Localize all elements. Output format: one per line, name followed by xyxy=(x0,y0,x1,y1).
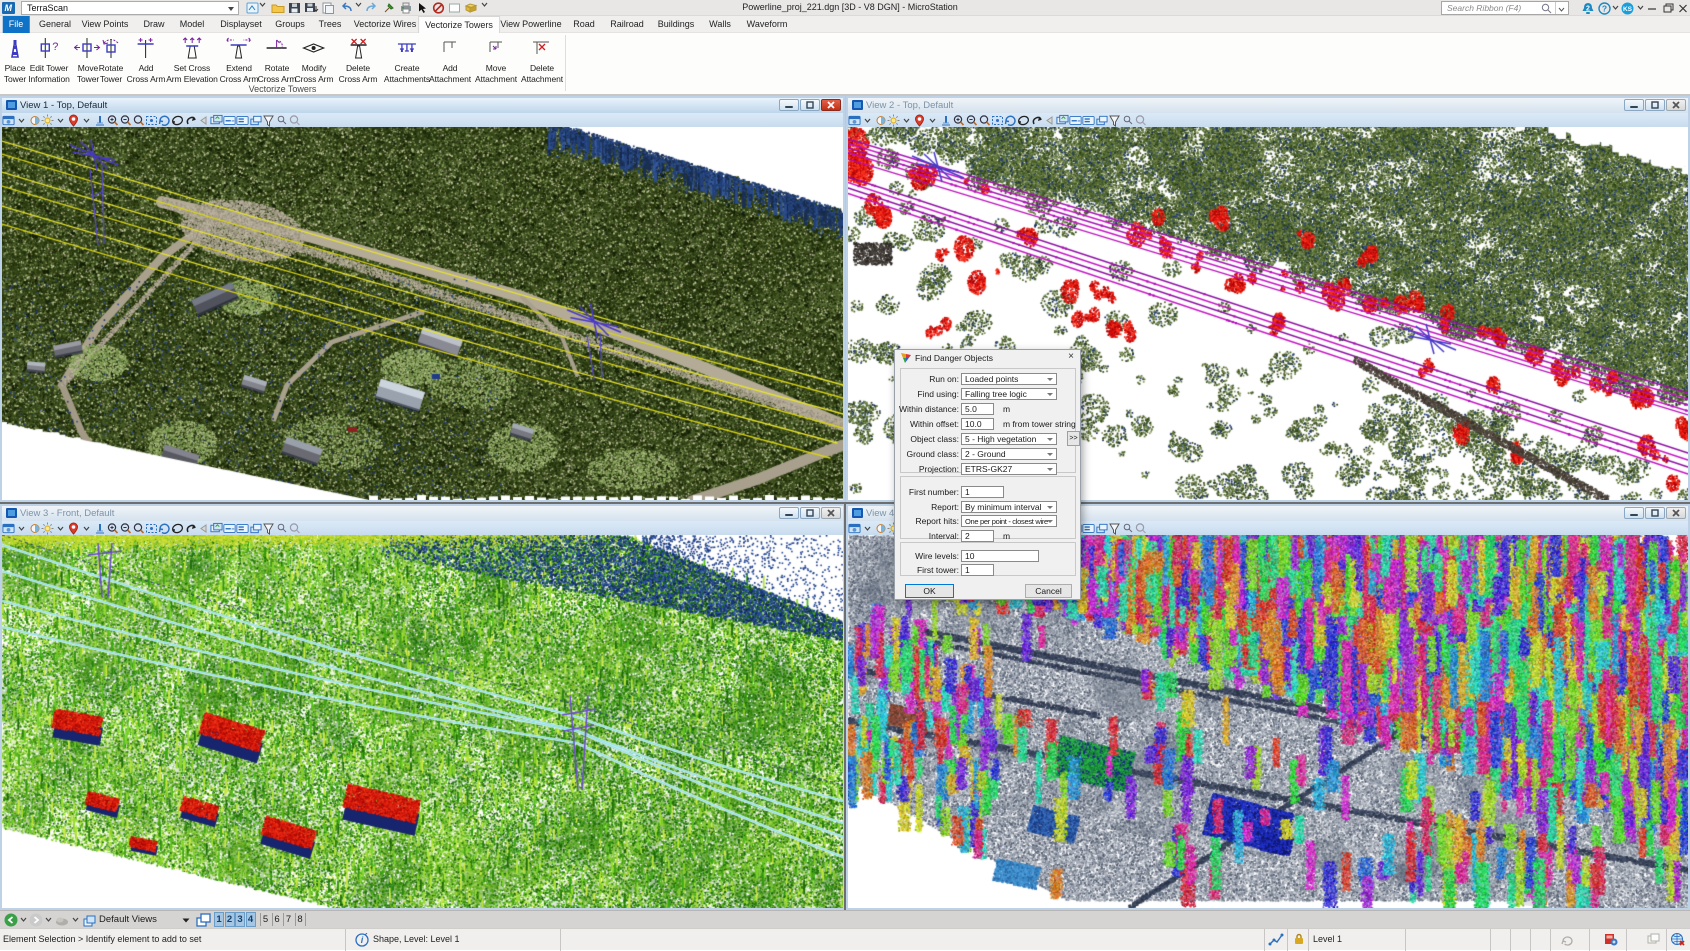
svg-text:KS: KS xyxy=(1623,6,1633,13)
svg-text:?: ? xyxy=(1602,4,1607,14)
svg-text:2: 2 xyxy=(1586,6,1590,13)
svg-text:i: i xyxy=(361,935,364,945)
svg-text:?: ? xyxy=(52,41,58,53)
